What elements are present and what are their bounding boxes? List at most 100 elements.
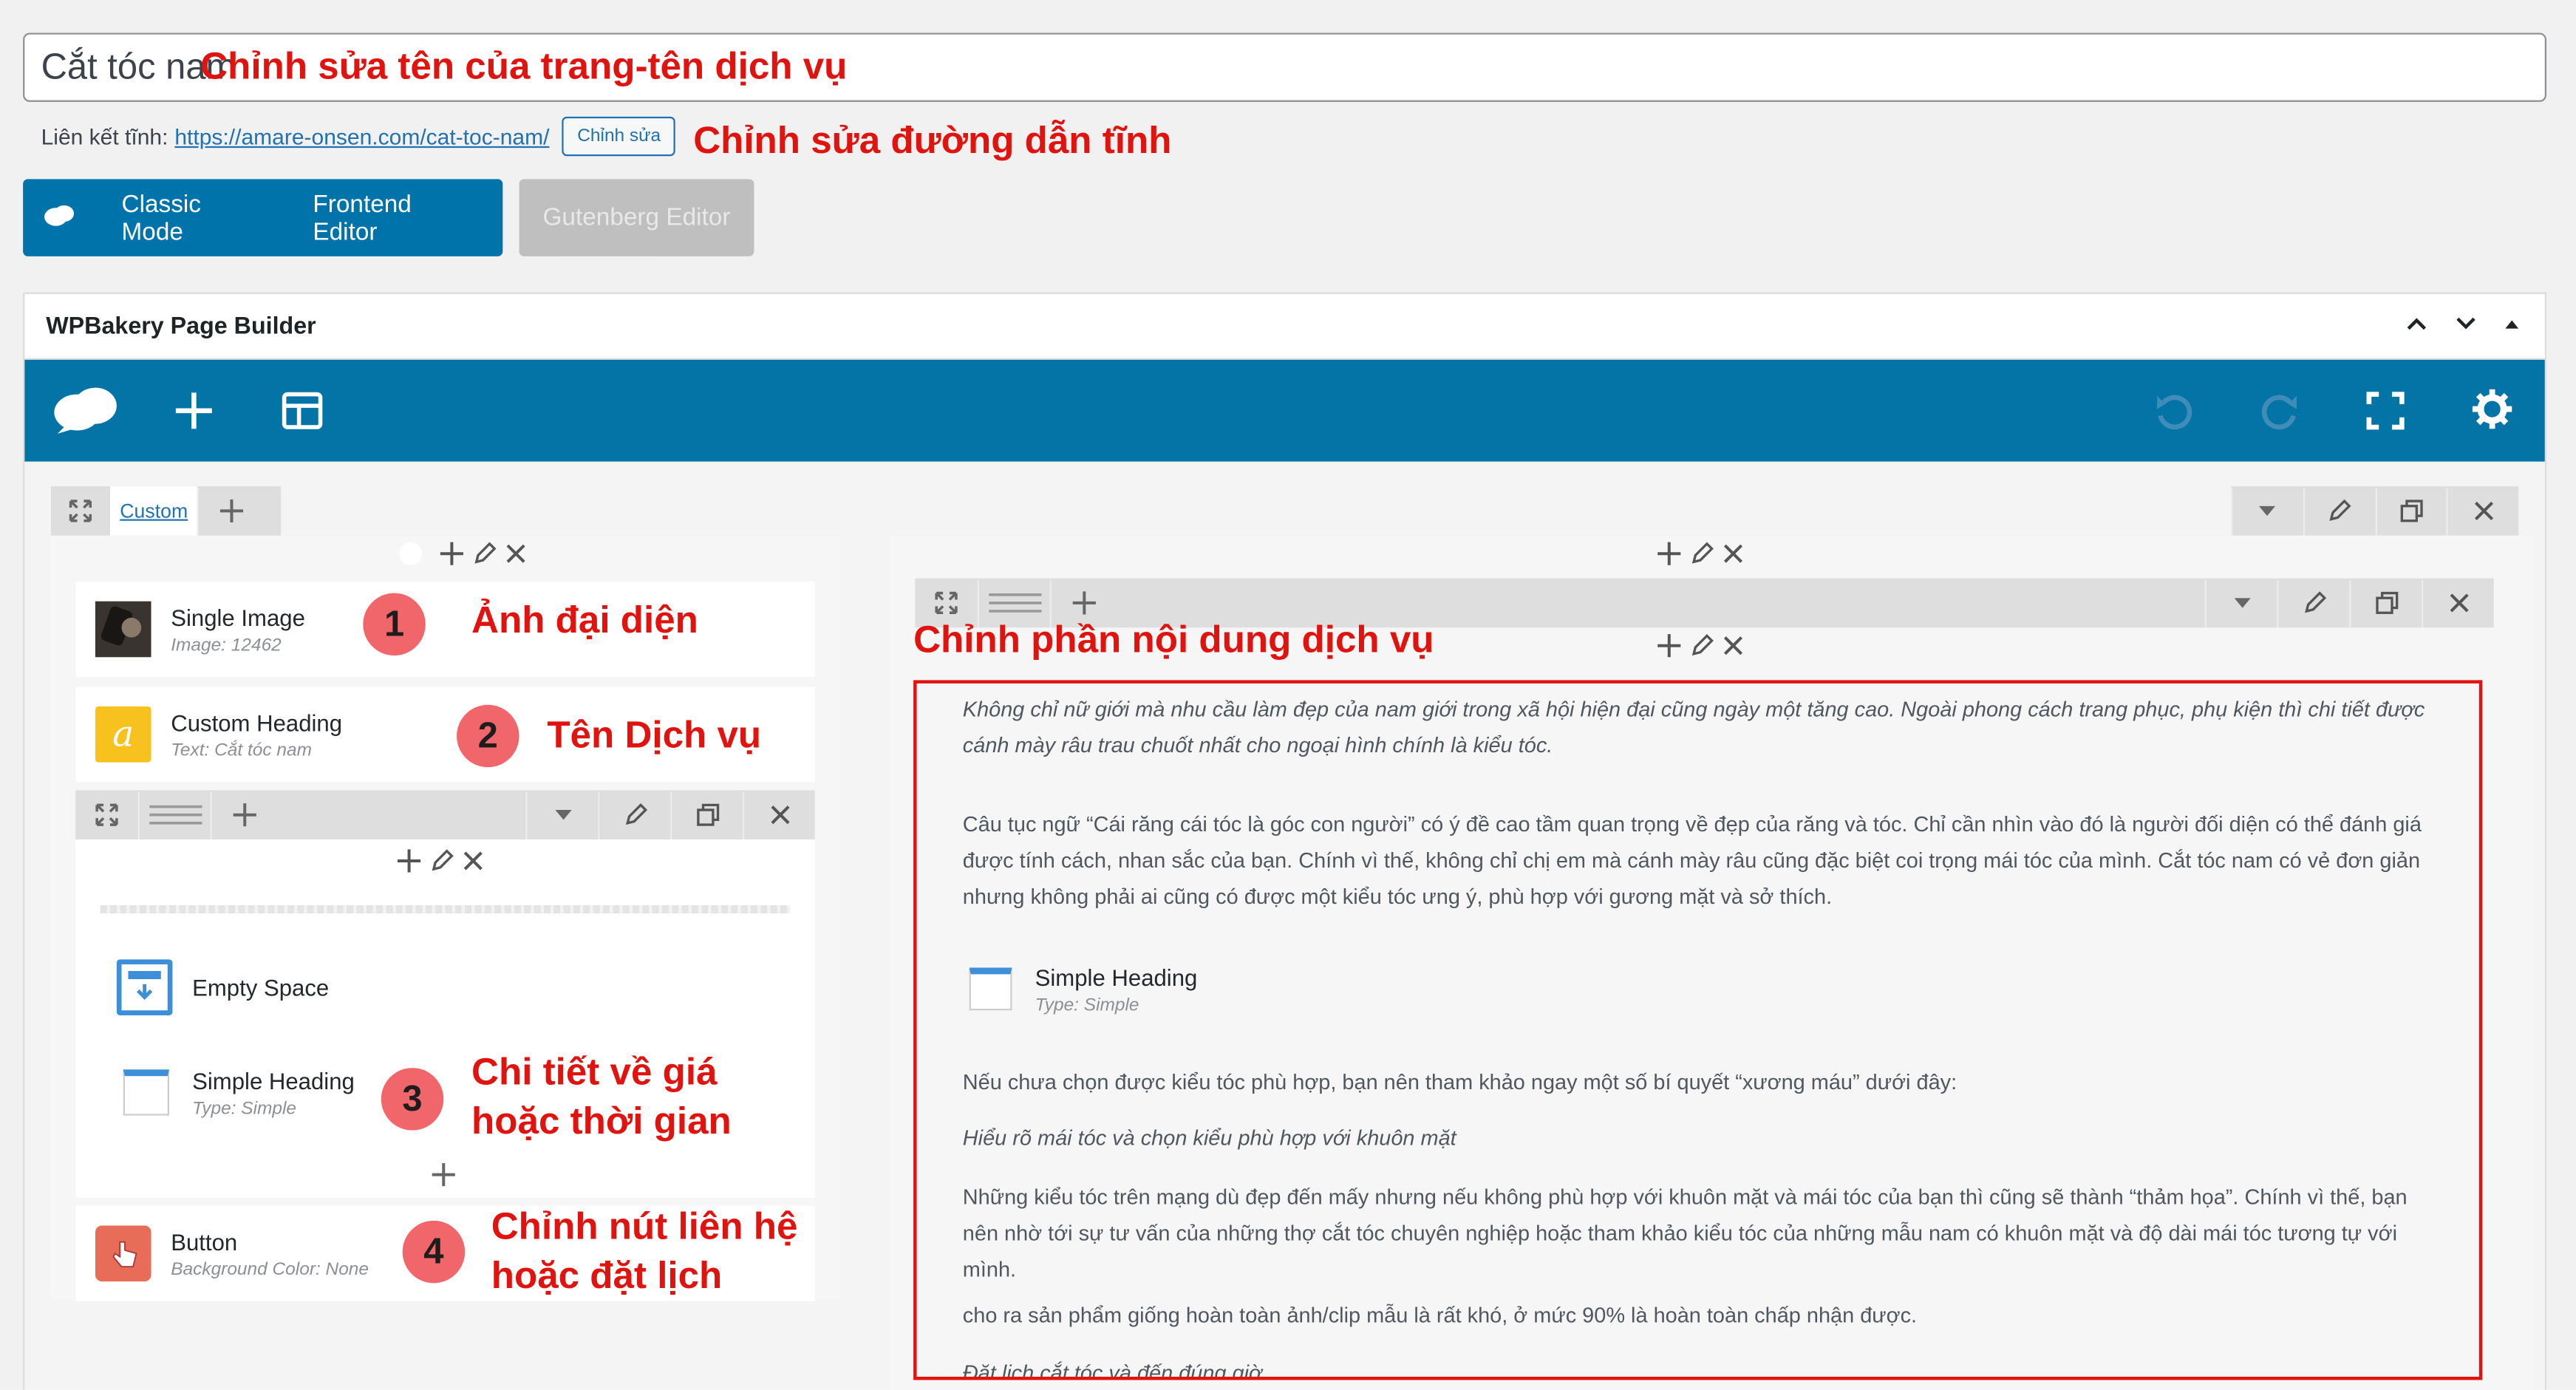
close-icon[interactable]	[462, 849, 485, 872]
annotation-3-line2: hoặc thời gian	[471, 1099, 732, 1142]
inner-row-edit-icon[interactable]	[598, 791, 670, 839]
add-icon[interactable]	[1656, 633, 1683, 659]
element-single-image[interactable]: Single Image Image: 12462	[75, 582, 815, 677]
row-controls-left: Custom	[50, 486, 282, 536]
badge-1: 1	[363, 593, 426, 656]
settings-gear-icon[interactable]	[2471, 388, 2514, 431]
right-row-delete-icon[interactable]	[2421, 579, 2494, 627]
badge-2: 2	[457, 704, 519, 768]
annotation-slug: Chỉnh sửa đường dẫn tĩnh	[693, 118, 1172, 161]
simple-heading-icon	[123, 1069, 169, 1116]
annotation-title: Chỉnh sửa tên của trang-tên dịch vụ	[200, 44, 848, 87]
gutenberg-editor-button[interactable]: Gutenberg Editor	[519, 179, 754, 256]
edit-slug-button[interactable]: Chỉnh sửa	[562, 116, 676, 157]
screenshot-stage: Cắt tóc nam Chỉnh sửa tên của trang-tên …	[0, 0, 2576, 1390]
inner-row-drag-icon[interactable]	[75, 791, 137, 838]
right-row-clone-icon[interactable]	[2349, 579, 2422, 627]
element-sub: Type: Simple	[192, 1098, 297, 1118]
editor-mode-bar: Classic Mode Frontend Editor	[23, 179, 503, 256]
pencil-icon[interactable]	[1689, 540, 1715, 567]
element-name: Button	[171, 1227, 238, 1255]
wpbakery-box: WPBakery Page Builder Custom Single Imag…	[23, 292, 2546, 1390]
redo-icon[interactable]	[2259, 389, 2302, 432]
paragraph-7: Đặt lịch cắt tóc và đến đúng giờ	[962, 1360, 1262, 1380]
permalink-label: Liên kết tĩnh:	[41, 123, 168, 149]
row-toggle-icon[interactable]	[2231, 487, 2303, 535]
row-delete-icon[interactable]	[2446, 487, 2518, 535]
paragraph-3: Nếu chưa chọn được kiểu tóc phù hợp, bạn…	[962, 1069, 1957, 1094]
element-simple-heading-right[interactable]: Simple Heading Type: Simple	[969, 955, 1198, 1023]
empty-space-icon	[116, 959, 173, 1015]
inner-row-layout-icon[interactable]	[137, 791, 211, 839]
circle-dot-icon	[399, 542, 423, 565]
paragraph-4: Hiểu rõ mái tóc và chọn kiểu phù hợp với…	[962, 1125, 1456, 1151]
collapse-toggle-icon[interactable]	[2502, 310, 2522, 337]
close-icon[interactable]	[1722, 634, 1745, 657]
annotation-1: Ảnh đại diện	[471, 598, 698, 641]
right-inner-column-controls	[1656, 633, 1745, 659]
row-clone-icon[interactable]	[2374, 487, 2447, 535]
wpbakery-navbar	[24, 359, 2545, 462]
element-name: Custom Heading	[171, 709, 343, 735]
paragraph-5: Những kiểu tóc trên mạng dù đẹp đến mấy …	[962, 1184, 2408, 1282]
add-element-icon[interactable]	[172, 389, 215, 432]
element-simple-heading[interactable]: Simple Heading Type: Simple	[116, 1056, 355, 1129]
add-icon[interactable]	[396, 848, 423, 874]
annotation-content: Chỉnh phần nội dung dịch vụ	[913, 617, 1434, 661]
close-icon[interactable]	[1722, 542, 1745, 565]
inner-column-controls	[396, 848, 485, 874]
element-name: Single Image	[171, 604, 305, 630]
element-name: Simple Heading	[1035, 963, 1198, 990]
custom-layout-tab[interactable]: Custom	[109, 486, 198, 536]
paragraph-2: Câu tục ngữ “Cái răng cái tóc là góc con…	[962, 811, 2422, 909]
paragraph-1: Không chỉ nữ giới mà nhu cầu làm đẹp của…	[962, 696, 2425, 757]
permalink-row: Liên kết tĩnh: https://amare-onsen.com/c…	[41, 116, 676, 157]
chevron-up-icon[interactable]	[2404, 310, 2430, 337]
content-text-block[interactable]: Không chỉ nữ giới mà nhu cầu làm đẹp của…	[913, 680, 2483, 1380]
wpb-cloud-logo-icon[interactable]	[51, 384, 120, 434]
annotation-3-line1: Chi tiết về giá	[471, 1049, 718, 1093]
element-sub: Type: Simple	[1035, 995, 1139, 1015]
wpbakery-title: WPBakery Page Builder	[46, 313, 316, 340]
left-column-controls	[399, 540, 527, 567]
close-icon[interactable]	[505, 542, 528, 565]
add-column-icon[interactable]	[197, 487, 264, 535]
frontend-editor-button[interactable]: Frontend Editor	[290, 190, 502, 246]
inner-row-clone-icon[interactable]	[670, 791, 743, 839]
right-column-controls	[1656, 540, 1745, 567]
annotation-4-line1: Chỉnh nút liên hệ	[491, 1204, 798, 1247]
left-column: Single Image Image: 12462 a Custom Headi…	[50, 535, 840, 1301]
undo-icon[interactable]	[2152, 389, 2195, 432]
permalink-url[interactable]: https://amare-onsen.com/cat-toc-nam/	[174, 124, 549, 149]
inner-row-add-icon[interactable]	[210, 791, 276, 839]
wpb-logo-icon	[23, 203, 98, 233]
pencil-icon[interactable]	[471, 540, 498, 567]
element-sub: Image: 12462	[171, 635, 282, 655]
add-icon[interactable]	[439, 540, 466, 567]
annotation-2: Tên Dịch vụ	[547, 712, 762, 756]
classic-mode-button[interactable]: Classic Mode	[98, 190, 290, 246]
inner-row-toggle-icon[interactable]	[525, 791, 598, 839]
right-row-toggle-icon[interactable]	[2204, 579, 2277, 627]
element-name: Empty Space	[192, 974, 330, 1001]
pencil-icon[interactable]	[429, 848, 455, 874]
inner-add-element-icon[interactable]	[430, 1162, 457, 1188]
badge-3: 3	[381, 1068, 444, 1131]
chevron-down-icon[interactable]	[2453, 310, 2479, 337]
row-edit-pencil-icon[interactable]	[2303, 487, 2374, 535]
fullscreen-icon[interactable]	[2364, 389, 2407, 432]
image-thumbnail	[95, 601, 151, 658]
element-empty-space[interactable]: Empty Space	[116, 954, 330, 1021]
templates-icon[interactable]	[281, 391, 324, 430]
paragraph-6: cho ra sản phẩm giống hoàn toàn ảnh/clip…	[962, 1302, 1918, 1328]
divider	[100, 904, 791, 914]
row-drag-handle-icon[interactable]	[51, 487, 110, 534]
element-name: Simple Heading	[192, 1066, 355, 1094]
pencil-icon[interactable]	[1689, 633, 1715, 659]
right-row-edit-icon[interactable]	[2277, 579, 2349, 627]
inner-row-delete-icon[interactable]	[742, 791, 815, 839]
element-sub: Background Color: None	[171, 1259, 369, 1279]
element-sub: Text: Cắt tóc nam	[171, 740, 312, 760]
button-element-icon	[95, 1225, 151, 1282]
add-icon[interactable]	[1656, 540, 1683, 567]
